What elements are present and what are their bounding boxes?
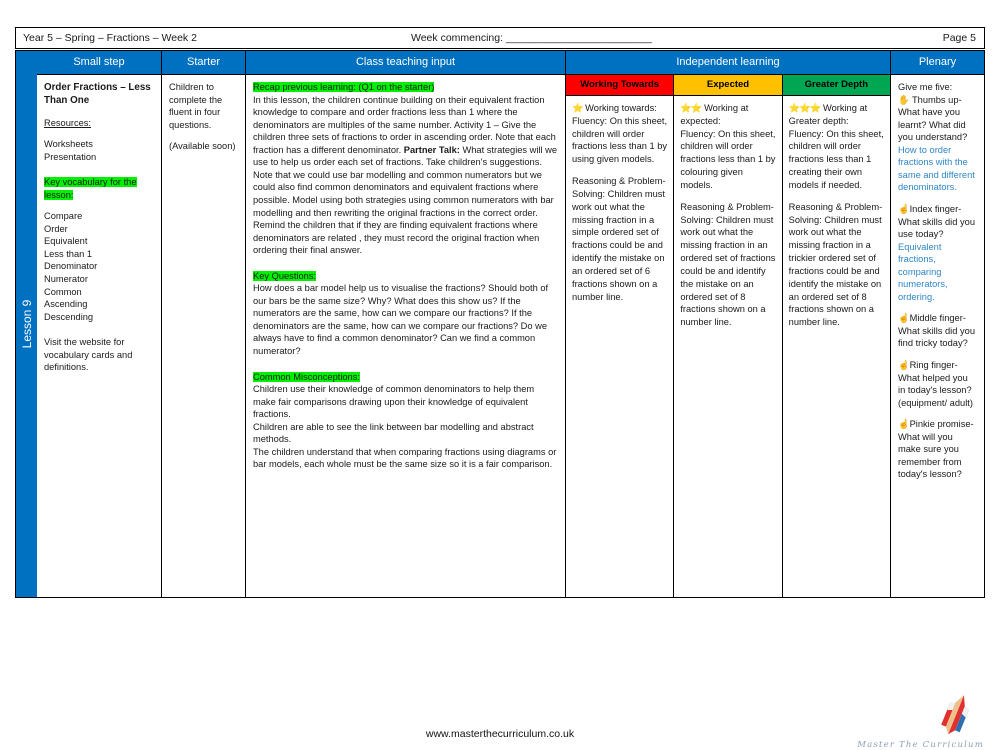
key-questions-heading: Key Questions:: [253, 270, 317, 281]
vocabulary-item: Ascending: [44, 299, 88, 310]
resources-label: Resources:: [44, 117, 92, 128]
column-header-class-teaching-input: Class teaching input: [246, 51, 565, 76]
band-reasoning: Reasoning & Problem-Solving: Children mu…: [788, 201, 883, 328]
plenary-item: ☝Ring finger- What helped you in today's…: [898, 359, 977, 409]
vocabulary-item: Order: [44, 223, 68, 234]
key-vocabulary-heading: Key vocabulary for the lesson:: [44, 177, 137, 200]
small-step-body: Order Fractions – Less Than One Resource…: [37, 75, 161, 597]
band-fluency: Fluency: On this sheet, children will or…: [680, 128, 776, 190]
vocabulary-item: Compare: [44, 211, 83, 222]
plenary-item: ✋ Thumbs up- What have you learnt? What …: [898, 94, 977, 144]
vocabulary-item: Descending: [44, 311, 94, 322]
header-title: Year 5 – Spring – Fractions – Week 2: [23, 32, 197, 44]
recap-heading: Recap previous learning: (Q1 on the star…: [253, 82, 435, 93]
common-misconceptions-heading: Common Misconceptions:: [253, 371, 360, 382]
plenary-question: Ring finger- What helped you in today's …: [898, 360, 973, 408]
plenary-answer: Equivalent fractions, comparing numerato…: [898, 241, 948, 302]
hand-icon: ☝: [898, 419, 910, 430]
band-fluency: Fluency: On this sheet, children will or…: [788, 128, 884, 190]
pencil-icon: [941, 695, 969, 735]
misconception-item: Children use their knowledge of common d…: [253, 384, 535, 420]
column-independent-learning: Independent learning Working Towards Exp…: [566, 50, 891, 598]
plenary-question: Index finger- What skills did you use to…: [898, 204, 975, 240]
plenary-item: ☝Middle finger- What skills did you find…: [898, 312, 977, 350]
band-heading: ⭐⭐⭐ Working at Greater depth:: [788, 103, 868, 126]
brand-logo-text: Master The Curriculum: [857, 740, 984, 750]
column-starter: Starter Children to complete the fluent …: [162, 50, 246, 598]
brand-logo: Master The Curriculum: [856, 692, 986, 750]
plenary-question: Middle finger- What skills did you find …: [898, 313, 975, 349]
vocabulary-item: Denominator: [44, 261, 98, 272]
lesson-number-spine: Lesson 9: [15, 50, 37, 598]
vocabulary-item: Less than 1: [44, 248, 93, 259]
star-icon: ⭐⭐: [680, 103, 702, 113]
independent-learning-band-headers: Working Towards Expected Greater Depth: [566, 75, 890, 96]
band-working-towards: ⭐ Working towards: Fluency: On this shee…: [566, 96, 675, 597]
band-reasoning: Reasoning & Problem-Solving: Children mu…: [572, 176, 666, 302]
band-fluency: Fluency: On this sheet, children will or…: [572, 115, 668, 165]
plenary-answer: How to order fractions with the same and…: [898, 144, 975, 193]
column-small-step: Small step Order Fractions – Less Than O…: [37, 50, 162, 598]
starter-availability: (Available soon): [169, 141, 236, 152]
key-questions-body: How does a bar model help us to visualis…: [253, 283, 549, 357]
resource-item: Worksheets: [44, 139, 93, 150]
hand-icon: ☝: [898, 313, 910, 324]
header-week-commencing: Week commencing: _______________________…: [411, 32, 652, 44]
column-header-starter: Starter: [162, 51, 245, 76]
starter-body: Children to complete the fluent in four …: [162, 75, 245, 597]
band-heading: ⭐ Working towards:: [572, 103, 657, 113]
band-expected: ⭐⭐ Working at expected: Fluency: On this…: [674, 96, 783, 597]
band-header-working-towards: Working Towards: [566, 75, 675, 95]
column-header-plenary: Plenary: [891, 51, 984, 76]
plenary-item: ☝Pinkie promise- What will you make sure…: [898, 418, 977, 481]
misconception-item: Children are able to see the link betwee…: [253, 421, 534, 445]
vocabulary-item: Common: [44, 286, 82, 297]
plenary-question: Pinkie promise- What will you make sure …: [898, 419, 974, 480]
band-header-expected: Expected: [674, 75, 783, 95]
column-header-independent-learning: Independent learning: [566, 51, 890, 75]
hand-icon: ✋: [898, 94, 910, 105]
plenary-intro: Give me five:: [898, 82, 953, 93]
starter-instruction: Children to complete the fluent in four …: [169, 82, 223, 130]
website-note: Visit the website for vocabulary cards a…: [44, 337, 133, 373]
recap-body: In this lesson, the children continue bu…: [253, 94, 558, 256]
plenary-item: ☝Index finger- What skills did you use t…: [898, 203, 977, 241]
independent-learning-bands: ⭐ Working towards: Fluency: On this shee…: [566, 96, 890, 597]
footer-website-url: www.masterthecurriculum.co.uk: [425, 728, 575, 740]
star-icon: ⭐⭐⭐: [788, 103, 822, 113]
hand-icon: ☝: [898, 360, 910, 371]
vocabulary-item: Equivalent: [44, 236, 88, 247]
misconception-item: The children understand that when compar…: [253, 446, 557, 470]
plenary-body: Give me five: ✋ Thumbs up- What have you…: [891, 75, 984, 597]
column-header-small-step: Small step: [37, 51, 161, 76]
header-page-number: Page 5: [942, 32, 976, 44]
document-header: Year 5 – Spring – Fractions – Week 2 Wee…: [15, 27, 985, 49]
resource-item: Presentation: [44, 151, 97, 162]
star-icon: ⭐: [572, 103, 584, 113]
band-greater-depth: ⭐⭐⭐ Working at Greater depth: Fluency: O…: [783, 96, 890, 597]
column-class-teaching-input: Class teaching input Recap previous lear…: [246, 50, 566, 598]
hand-icon: ☝: [898, 204, 910, 215]
band-header-greater-depth: Greater Depth: [782, 75, 890, 95]
class-teaching-body: Recap previous learning: (Q1 on the star…: [246, 75, 565, 597]
lesson-plan-table: Lesson 9 Small step Order Fractions – Le…: [15, 50, 985, 598]
lesson-number-label: Lesson 9: [19, 299, 34, 349]
band-heading: ⭐⭐ Working at expected:: [680, 103, 749, 126]
small-step-title: Order Fractions – Less Than One: [44, 82, 151, 107]
band-reasoning: Reasoning & Problem-Solving: Children mu…: [680, 201, 776, 328]
column-plenary: Plenary Give me five: ✋ Thumbs up- What …: [891, 50, 985, 598]
vocabulary-item: Numerator: [44, 274, 88, 284]
